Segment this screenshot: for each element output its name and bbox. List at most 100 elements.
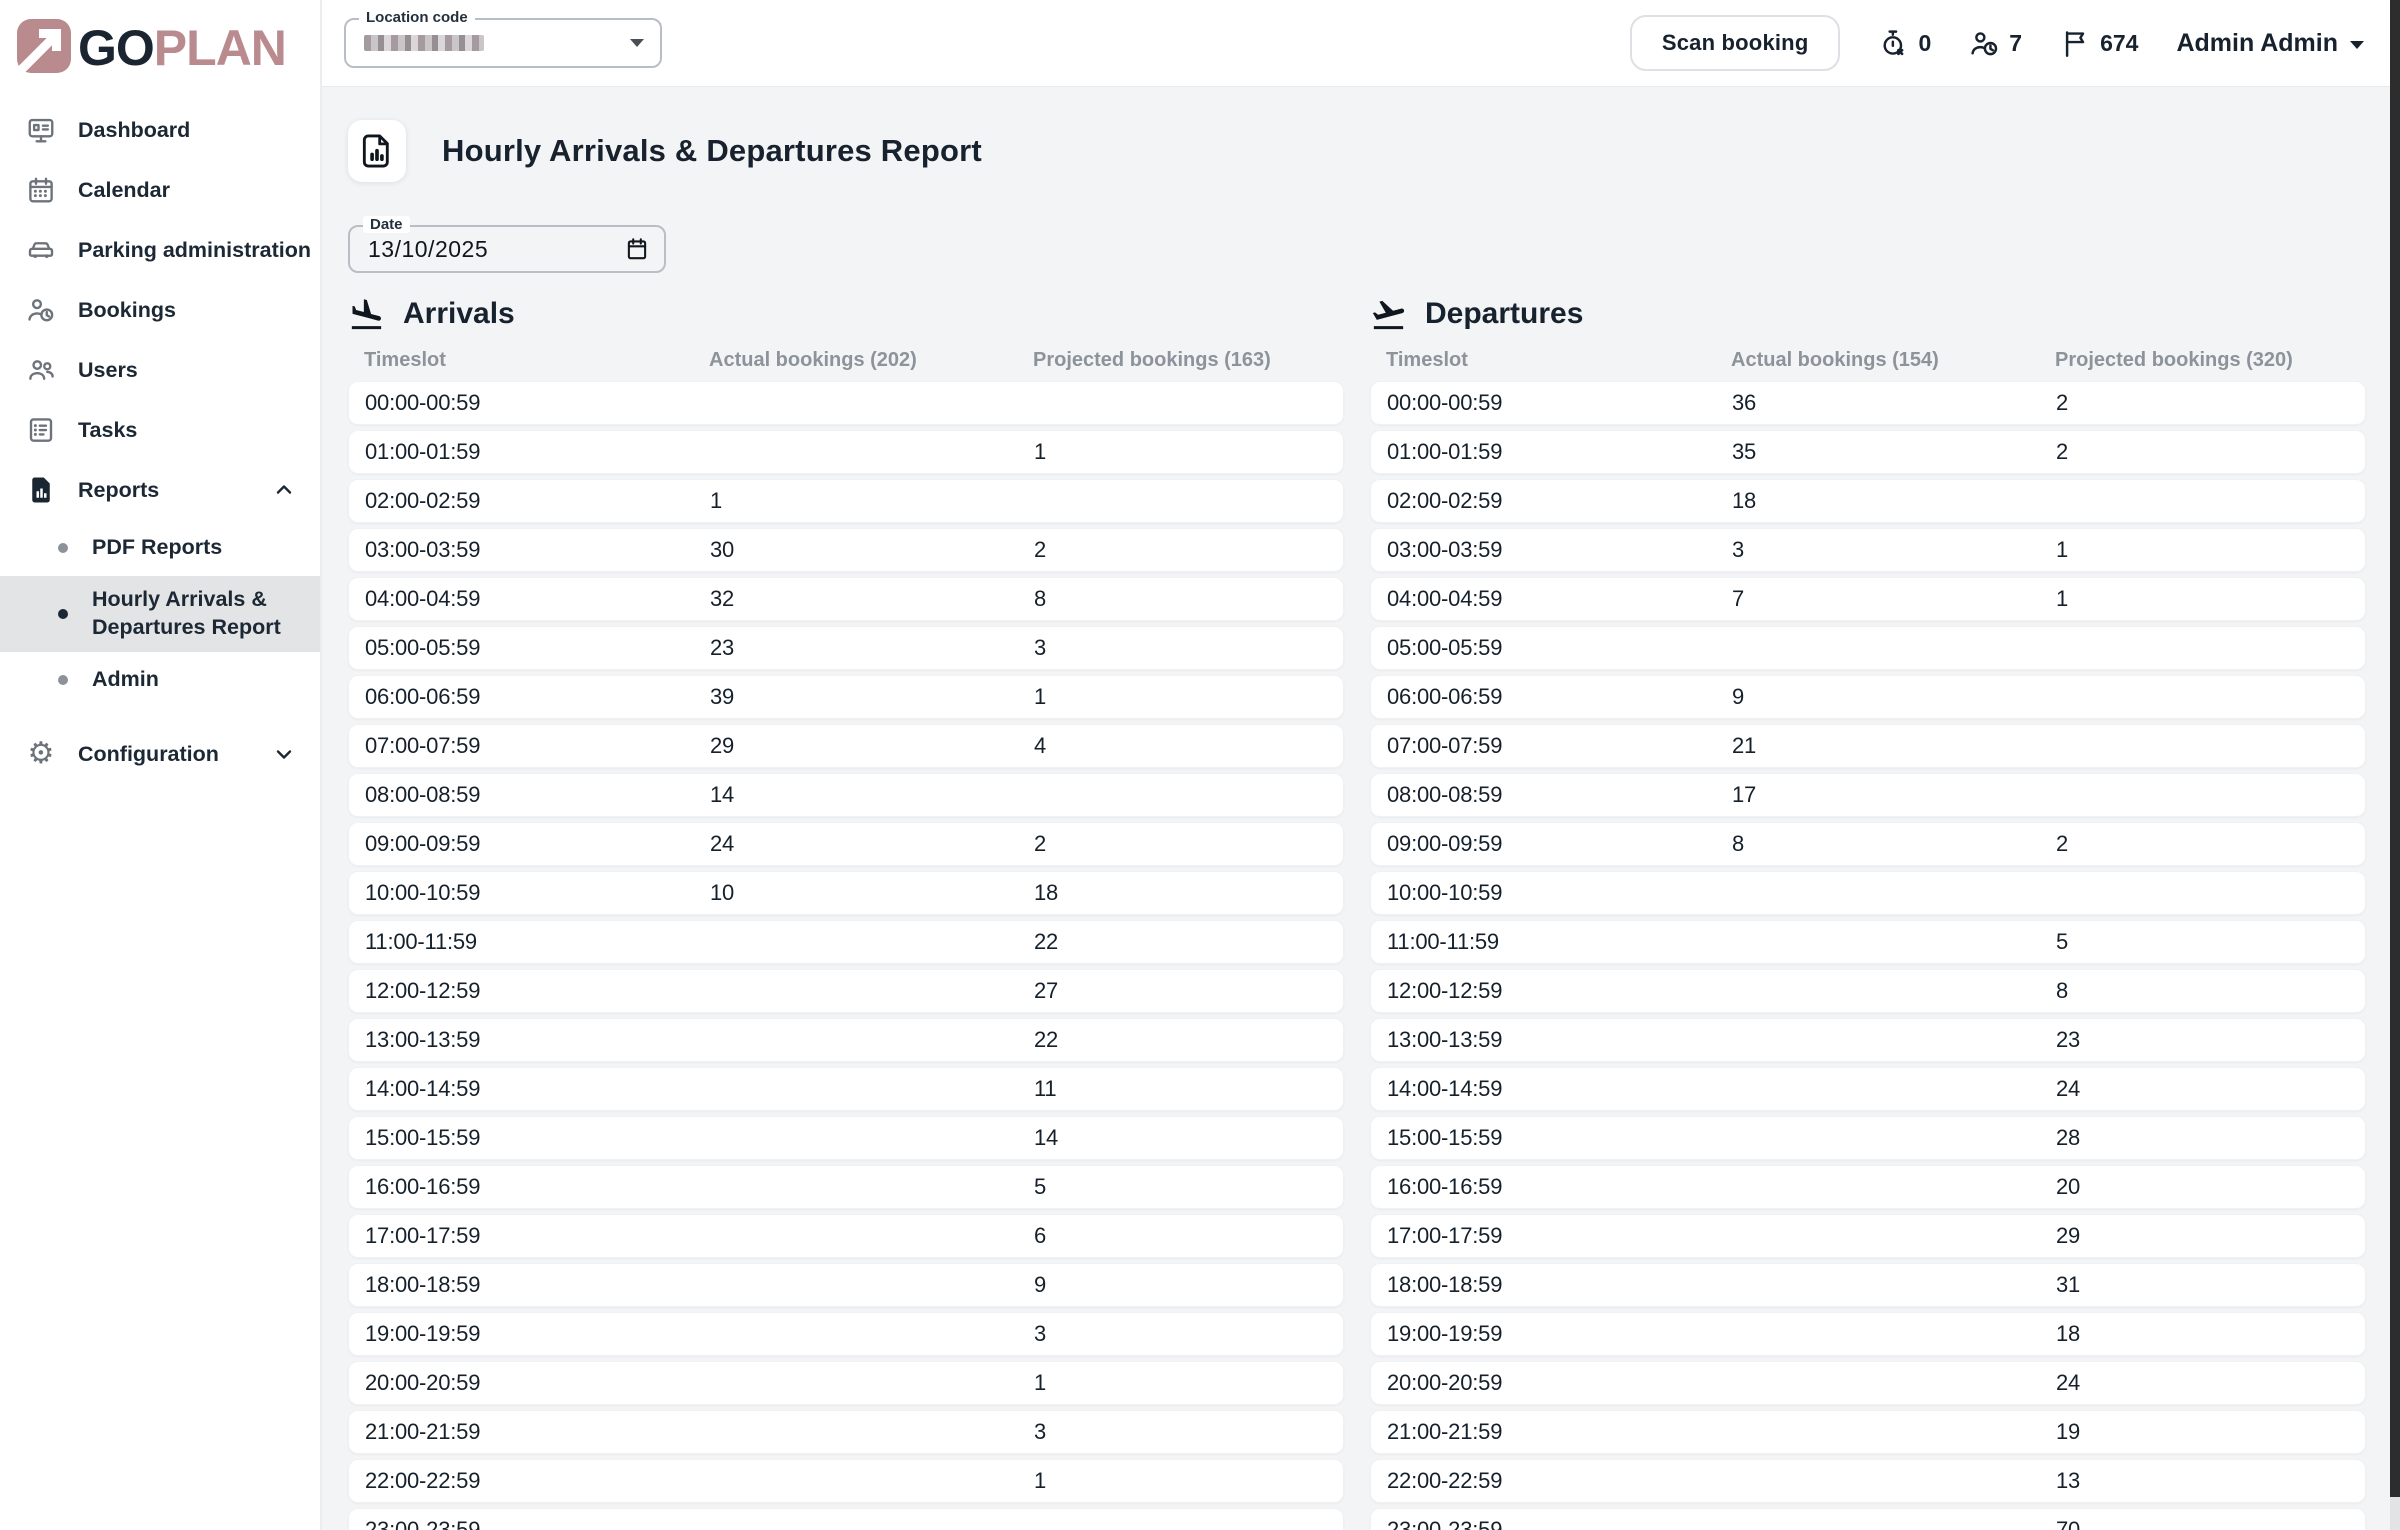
value-cell: 1: [694, 488, 1018, 514]
value-cell: 10: [694, 880, 1018, 906]
value-cell: 3: [1716, 537, 2040, 563]
no-show-counter[interactable]: 0: [1878, 28, 1931, 59]
table-row: 04:00-04:59328: [348, 577, 1344, 621]
value-cell: 19: [2040, 1419, 2365, 1445]
table-row: 22:00-22:591: [348, 1459, 1344, 1503]
timeslot-cell: 05:00-05:59: [349, 635, 694, 661]
page-scrollbar-thumb[interactable]: [2390, 0, 2400, 1497]
sidebar-subitem-label: PDF Reports: [92, 534, 222, 562]
plane-landing-icon: [348, 296, 385, 333]
timeslot-cell: 10:00-10:59: [349, 880, 694, 906]
sidebar-item-label: Configuration: [78, 742, 219, 767]
value-cell: 2: [2040, 831, 2365, 857]
sidebar-item-admin[interactable]: Admin: [0, 652, 320, 708]
table-row: 01:00-01:59352: [1370, 430, 2366, 474]
sidebar-nav: Dashboard Calendar Parking administratio…: [0, 100, 320, 784]
table-row: 18:00-18:59 9: [348, 1263, 1344, 1307]
chevron-down-icon: [272, 742, 296, 766]
table-row: 20:00-20:5924: [1370, 1361, 2366, 1405]
timeslot-cell: 07:00-07:59: [1371, 733, 1716, 759]
user-menu[interactable]: Admin Admin: [2176, 29, 2364, 58]
sidebar-item-configuration[interactable]: ⚙ Configuration: [0, 724, 320, 784]
table-row: 11:00-11:59 22: [348, 920, 1344, 964]
sidebar: GOPLAN Dashboard Calendar Parking admini…: [0, 0, 322, 1530]
value-cell: 11: [1018, 1076, 1343, 1102]
scan-booking-button[interactable]: Scan booking: [1630, 15, 1841, 71]
sidebar-item-label: Reports: [78, 478, 159, 503]
timeslot-cell: 11:00-11:59: [349, 929, 694, 955]
value-cell: 4: [1018, 733, 1343, 759]
timeslot-cell: 18:00-18:59: [349, 1272, 694, 1298]
column-header: Projected bookings (320): [2039, 349, 2366, 372]
timeslot-cell: 21:00-21:59: [1371, 1419, 1716, 1445]
timeslot-cell: 15:00-15:59: [1371, 1125, 1716, 1151]
date-label: Date: [363, 216, 410, 233]
table-row: 20:00-20:591: [348, 1361, 1344, 1405]
value-cell: 2: [2040, 390, 2365, 416]
arrivals-heading: Arrivals: [348, 291, 1344, 337]
table-row: 08:00-08:5914: [348, 773, 1344, 817]
value-cell: 9: [1018, 1272, 1343, 1298]
value-cell: 5: [1018, 1174, 1343, 1200]
brand-wordmark: GOPLAN: [78, 19, 286, 77]
table-row: 23:00-23:5970: [1370, 1508, 2366, 1530]
table-row: 09:00-09:59242: [348, 822, 1344, 866]
value-cell: 39: [694, 684, 1018, 710]
timeslot-cell: 12:00-12:59: [349, 978, 694, 1004]
value-cell: 1: [1018, 684, 1343, 710]
top-bar: Location code Scan booking 0 7 674 Admin…: [322, 0, 2390, 87]
timeslot-cell: 04:00-04:59: [349, 586, 694, 612]
sidebar-item-pdf-reports[interactable]: PDF Reports: [0, 520, 320, 576]
timeslot-cell: 13:00-13:59: [349, 1027, 694, 1053]
location-code-select[interactable]: Location code: [344, 18, 662, 68]
timeslot-cell: 17:00-17:59: [349, 1223, 694, 1249]
sidebar-item-users[interactable]: Users: [0, 340, 320, 400]
flagged-counter[interactable]: 674: [2060, 28, 2138, 59]
value-cell: 1: [2040, 537, 2365, 563]
table-row: 18:00-18:59 31: [1370, 1263, 2366, 1307]
table-row: 16:00-16:5920: [1370, 1165, 2366, 1209]
date-input[interactable]: Date 13/10/2025: [348, 225, 666, 273]
bullet-icon: [58, 543, 68, 553]
value-cell: 6: [1018, 1223, 1343, 1249]
monitor-icon: [26, 115, 56, 145]
value-cell: 2: [1018, 537, 1343, 563]
sidebar-item-calendar[interactable]: Calendar: [0, 160, 320, 220]
value-cell: 8: [1018, 586, 1343, 612]
pending-bookings-counter[interactable]: 7: [1969, 28, 2022, 59]
sidebar-item-reports[interactable]: Reports: [0, 460, 320, 520]
sidebar-item-parking-administration[interactable]: Parking administration: [0, 220, 320, 280]
sidebar-item-hourly-arrivals-departures-report[interactable]: Hourly Arrivals & Departures Report: [0, 576, 320, 652]
timeslot-cell: 22:00-22:59: [349, 1468, 694, 1494]
report-sections: Arrivals TimeslotActual bookings (202)Pr…: [348, 291, 2366, 1530]
value-cell: 28: [2040, 1125, 2365, 1151]
timeslot-cell: 18:00-18:59: [1371, 1272, 1716, 1298]
value-cell: 22: [1018, 1027, 1343, 1053]
sidebar-item-bookings[interactable]: Bookings: [0, 280, 320, 340]
table-row: 08:00-08:5917: [1370, 773, 2366, 817]
sidebar-item-tasks[interactable]: Tasks: [0, 400, 320, 460]
timeslot-cell: 00:00-00:59: [1371, 390, 1716, 416]
timeslot-cell: 20:00-20:59: [1371, 1370, 1716, 1396]
sidebar-item-label: Dashboard: [78, 118, 190, 143]
value-cell: 30: [694, 537, 1018, 563]
sidebar-item-dashboard[interactable]: Dashboard: [0, 100, 320, 160]
table-row: 21:00-21:593: [348, 1410, 1344, 1454]
value-cell: 22: [1018, 929, 1343, 955]
value-cell: 14: [694, 782, 1018, 808]
value-cell: 3: [1018, 1419, 1343, 1445]
table-row: 01:00-01:591: [348, 430, 1344, 474]
timeslot-cell: 19:00-19:59: [1371, 1321, 1716, 1347]
table-row: 13:00-13:5923: [1370, 1018, 2366, 1062]
value-cell: 18: [2040, 1321, 2365, 1347]
departures-column-headers: TimeslotActual bookings (154)Projected b…: [1370, 349, 2366, 372]
value-cell: 31: [2040, 1272, 2365, 1298]
page-scrollbar-track[interactable]: [2390, 0, 2400, 1530]
timeslot-cell: 20:00-20:59: [349, 1370, 694, 1396]
timeslot-cell: 01:00-01:59: [349, 439, 694, 465]
calendar-picker-icon: [624, 236, 650, 262]
table-row: 22:00-22:5913: [1370, 1459, 2366, 1503]
counter-value: 674: [2100, 30, 2138, 57]
brand-logo[interactable]: GOPLAN: [0, 0, 320, 84]
table-row: 00:00-00:59362: [1370, 381, 2366, 425]
